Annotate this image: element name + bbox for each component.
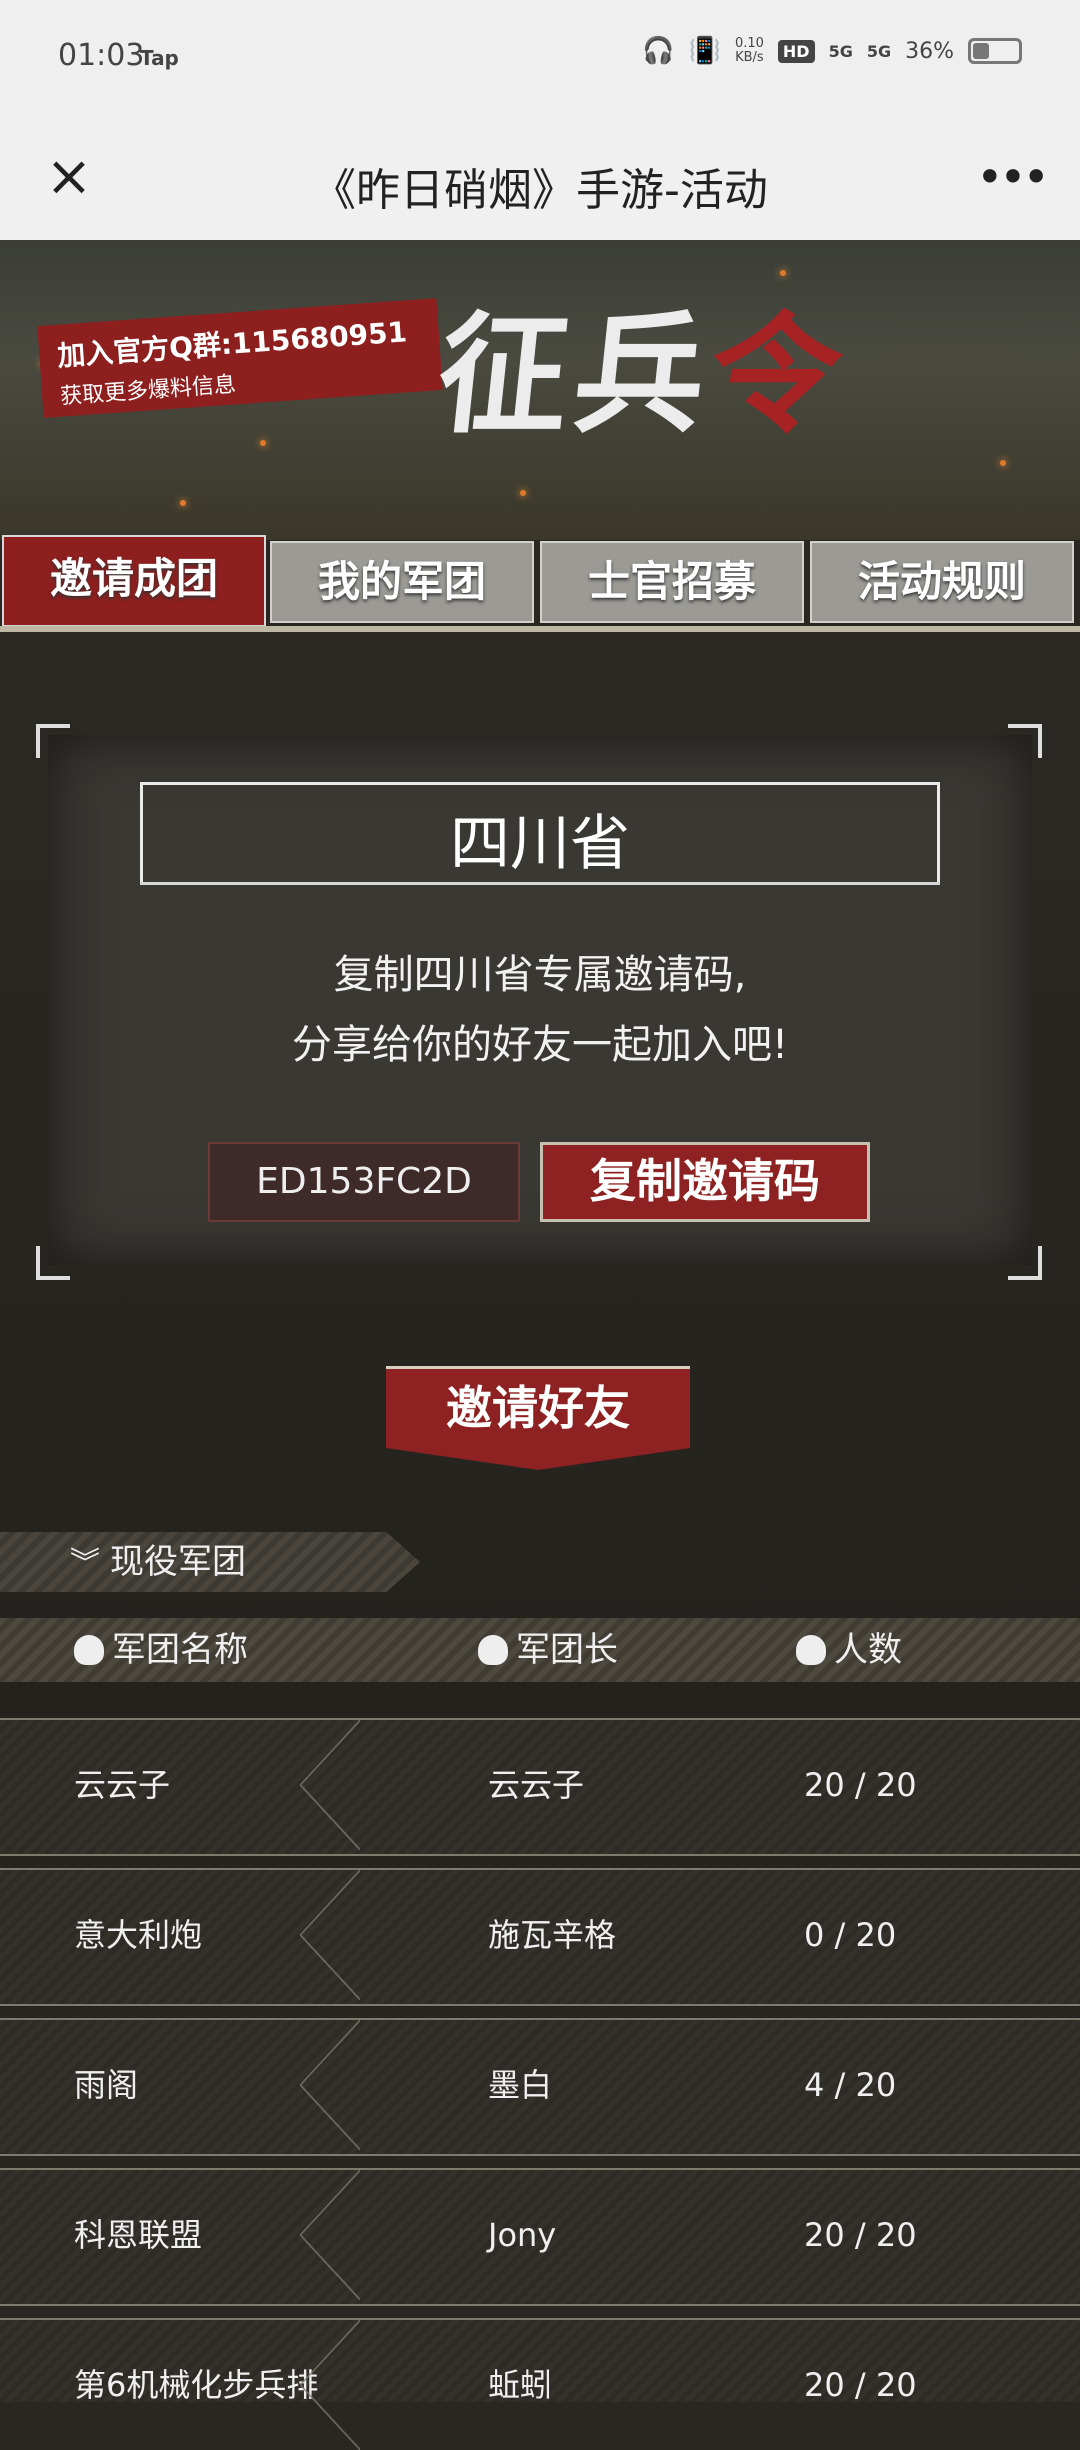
tab-my-legion[interactable]: 我的军团: [270, 541, 534, 623]
invite-description-line1: 复制四川省专属邀请码,: [333, 952, 747, 998]
legion-member-count: 20 / 20: [804, 1766, 917, 1804]
network-speed: 0.10 KB/s: [734, 36, 764, 65]
spark: [260, 440, 266, 446]
invite-description-line2: 分享给你的好友一起加入吧!: [291, 1022, 789, 1068]
qq-group-box: 加入官方Q群:115680951 获取更多爆料信息: [37, 298, 443, 418]
header-legion-name: 军团名称: [74, 1618, 248, 1682]
legion-leader: 蚯蚓: [488, 2366, 553, 2404]
legion-leader: Jony: [488, 2216, 557, 2254]
legion-leader: 施瓦辛格: [488, 1916, 617, 1954]
tab-officer-recruit[interactable]: 士官招募: [540, 541, 804, 623]
legion-row[interactable]: 第6机械化步兵排 蚯蚓 20 / 20: [0, 2318, 1080, 2450]
battery-icon: [968, 38, 1022, 64]
vibrate-icon: 📳: [688, 36, 721, 66]
more-options-icon[interactable]: •••: [976, 142, 1049, 212]
spark: [1000, 460, 1006, 466]
legion-leader: 云云子: [488, 1766, 585, 1804]
legion-row[interactable]: 云云子 云云子 20 / 20: [0, 1718, 1080, 1856]
event-banner: 加入官方Q群:115680951 获取更多爆料信息 征兵令: [0, 240, 1080, 540]
header-member-count: 人数: [796, 1618, 902, 1682]
battery-percent: 36%: [905, 38, 954, 64]
legion-name: 意大利炮: [74, 1916, 203, 1954]
tab-invite-team[interactable]: 邀请成团: [2, 535, 266, 627]
row-divider: [300, 2320, 360, 2450]
officer-cap-icon: [478, 1635, 508, 1665]
tab-bar: 邀请成团 我的军团 士官招募 活动规则: [0, 535, 1080, 627]
page-title: 《昨日硝烟》手游-活动: [312, 165, 768, 216]
legion-name: 第6机械化步兵排: [74, 2366, 319, 2404]
shield-icon: [74, 1635, 104, 1665]
legion-row[interactable]: 雨阁 墨白 4 / 20: [0, 2018, 1080, 2156]
card-corner: [36, 724, 70, 758]
status-tap-label: Tap: [140, 46, 179, 70]
signal-5g-2-icon: 5G: [866, 41, 892, 61]
title-bar: × 《昨日硝烟》手游-活动 •••: [0, 118, 1080, 241]
row-divider: [300, 2020, 360, 2150]
legion-member-count: 0 / 20: [804, 1916, 897, 1954]
legion-name: 云云子: [74, 1766, 171, 1804]
banner-title: 征兵令: [430, 299, 855, 451]
spark: [520, 490, 526, 496]
province-name: 四川省: [450, 809, 630, 879]
legion-member-count: 4 / 20: [804, 2066, 897, 2104]
hd-voice-icon: HD: [777, 39, 815, 63]
province-divider: [140, 882, 940, 885]
tab-event-rules[interactable]: 活动规则: [810, 541, 1074, 623]
header-legion-leader: 军团长: [478, 1618, 618, 1682]
copy-invite-code-button[interactable]: 复制邀请码: [540, 1142, 870, 1222]
legion-member-count: 20 / 20: [804, 2216, 917, 2254]
row-divider: [300, 1720, 360, 1850]
legion-name: 雨阁: [74, 2066, 139, 2104]
card-corner: [1008, 724, 1042, 758]
legion-row[interactable]: 科恩联盟 Jony 20 / 20: [0, 2168, 1080, 2306]
spark: [180, 500, 186, 506]
card-corner: [36, 1246, 70, 1280]
active-legions-section-title: ︾ 现役军团: [0, 1532, 420, 1592]
invite-code-field[interactable]: ED153FC2D: [208, 1142, 520, 1222]
legion-name: 科恩联盟: [74, 2216, 203, 2254]
invite-friend-button[interactable]: 邀请好友: [386, 1366, 690, 1470]
helmet-icon: [796, 1635, 826, 1665]
card-corner: [1008, 1246, 1042, 1280]
row-divider: [300, 2170, 360, 2300]
signal-5g-1-icon: 5G: [828, 41, 853, 61]
legion-member-count: 20 / 20: [804, 2366, 917, 2404]
chevron-down-icon: ︾: [70, 1546, 100, 1581]
legion-leader: 墨白: [488, 2066, 553, 2104]
legion-table-header: 军团名称 军团长 人数: [0, 1618, 1080, 1682]
legion-row[interactable]: 意大利炮 施瓦辛格 0 / 20: [0, 1868, 1080, 2006]
status-indicators: 🎧 📳 0.10 KB/s HD 5G 5G 36%: [642, 36, 1022, 66]
status-time: 01:03: [58, 38, 145, 73]
status-bar: 01:03 Tap 🎧 📳 0.10 KB/s HD 5G 5G 36%: [0, 0, 1080, 118]
row-divider: [300, 1870, 360, 2000]
headphone-icon: 🎧: [642, 36, 675, 66]
